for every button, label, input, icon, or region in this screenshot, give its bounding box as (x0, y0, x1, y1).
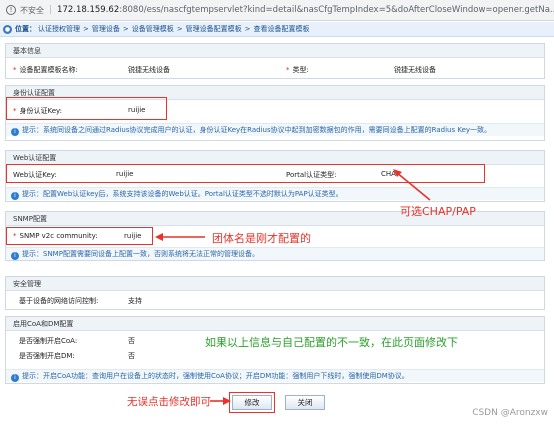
breadcrumb-item-config-templates[interactable]: 管理设备配置模板 (186, 24, 242, 34)
info-icon: i (11, 128, 19, 136)
click-note: 无误点击修改即可 (127, 396, 211, 408)
basic-info-panel: 基本信息 * 设备配置模板名称: 锐捷无线设备 * 类型: 锐捷无线设备 (5, 43, 545, 79)
breadcrumb-title: 位置： (15, 25, 36, 33)
coa-dm-heading: 启用CoA和DM配置 (6, 317, 544, 331)
security-panel: 安全管理 基于设备的网络访问控制: 支持 (5, 276, 545, 310)
auth-tip: i 提示：系统同设备之间通过Radius协议完成用户的认证，身份认证Key在Rad… (6, 123, 544, 136)
required-mark: * (286, 66, 290, 74)
address-bar[interactable]: ! 不安全 | 172.18.159.62:8080/ess/nascfgtem… (0, 0, 554, 21)
info-icon: i (11, 192, 19, 200)
network-access-label: 基于设备的网络访问控制: (19, 297, 99, 305)
security-heading: 安全管理 (6, 277, 544, 291)
breadcrumb-separator: > (122, 25, 129, 33)
template-name-label: * 设备配置模板名称: (13, 65, 78, 75)
highlight-box-modify (229, 392, 275, 413)
template-name-value: 锐捷无线设备 (128, 66, 170, 74)
web-tip-text: 提示：配置Web认证key后，系统支持该设备的Web认证。Portal认证类型不… (22, 190, 343, 198)
snmp-tip: i 提示：SNMP配置需要同设备上配置一致，否则系统将无法正常的管理设备。 (6, 247, 544, 260)
basic-info-heading: 基本信息 (6, 44, 544, 58)
info-icon: i (11, 252, 19, 260)
template-name-label-text: 设备配置模板名称: (19, 66, 78, 74)
required-mark: * (13, 66, 17, 74)
breadcrumb: ● 位置： 认证授权管理 > 管理设备 > 设备管理模板 > 管理设备配置模板 … (0, 22, 554, 37)
coa-tip-text: 提示：开启CoA功能：查询用户在设备上的状态时，强制使用CoA协议；开启DM功能… (22, 372, 409, 380)
breadcrumb-item-templates[interactable]: 设备管理模板 (132, 24, 174, 34)
dm-value: 否 (128, 352, 135, 360)
breadcrumb-separator: > (83, 25, 89, 33)
highlight-box-web (6, 164, 485, 183)
type-label: * 类型: (286, 65, 309, 75)
coa-dm-panel: 启用CoA和DM配置 是否强制开启CoA: 否 是否强制开启DM: 否 i 提示：… (5, 316, 545, 384)
watermark: CSDN @Aronzxw (472, 408, 548, 418)
url-path[interactable]: :8080/ess/nascfgtempservlet?kind=detail&… (119, 5, 554, 15)
auth-tip-text: 提示：系统同设备之间通过Radius协议完成用户的认证，身份认证Key在Radi… (22, 126, 492, 134)
network-access-value: 支持 (128, 297, 142, 305)
community-note: 团体名是刚才配置的 (212, 232, 311, 245)
info-icon: i (11, 374, 19, 382)
breadcrumb-item-auth[interactable]: 认证授权管理 (38, 24, 80, 34)
highlight-box-auth (6, 97, 167, 120)
location-icon: ● (3, 24, 12, 34)
close-button[interactable]: 关闭 (285, 395, 325, 410)
address-divider: | (49, 5, 53, 15)
breadcrumb-separator: > (244, 25, 251, 33)
coa-label: 是否强制开启CoA: (19, 337, 78, 345)
url-host[interactable]: 172.18.159.62 (57, 5, 119, 15)
web-auth-heading: Web认证配置 (6, 151, 544, 165)
coa-value: 否 (128, 337, 135, 345)
type-label-text: 类型: (292, 66, 309, 74)
web-tip: i 提示：配置Web认证key后，系统支持该设备的Web认证。Portal认证类型… (6, 187, 544, 200)
type-value: 锐捷无线设备 (394, 66, 436, 74)
breadcrumb-item-devices[interactable]: 管理设备 (92, 24, 120, 34)
breadcrumb-separator: > (176, 25, 183, 33)
warning-icon: ! (6, 5, 16, 15)
mismatch-note: 如果以上信息与自己配置的不一致，在此页面修改下 (205, 336, 458, 349)
insecure-label: 不安全 (20, 5, 44, 15)
chap-note: 可选CHAP/PAP (400, 205, 476, 218)
snmp-tip-text: 提示：SNMP配置需要同设备上配置一致，否则系统将无法正常的管理设备。 (22, 250, 259, 258)
highlight-box-snmp (6, 227, 153, 245)
coa-tip: i 提示：开启CoA功能：查询用户在设备上的状态时，强制使用CoA协议；开启DM功… (6, 369, 544, 382)
breadcrumb-item-current: 查看设备配置模板 (253, 25, 310, 33)
dm-label: 是否强制开启DM: (19, 352, 75, 360)
